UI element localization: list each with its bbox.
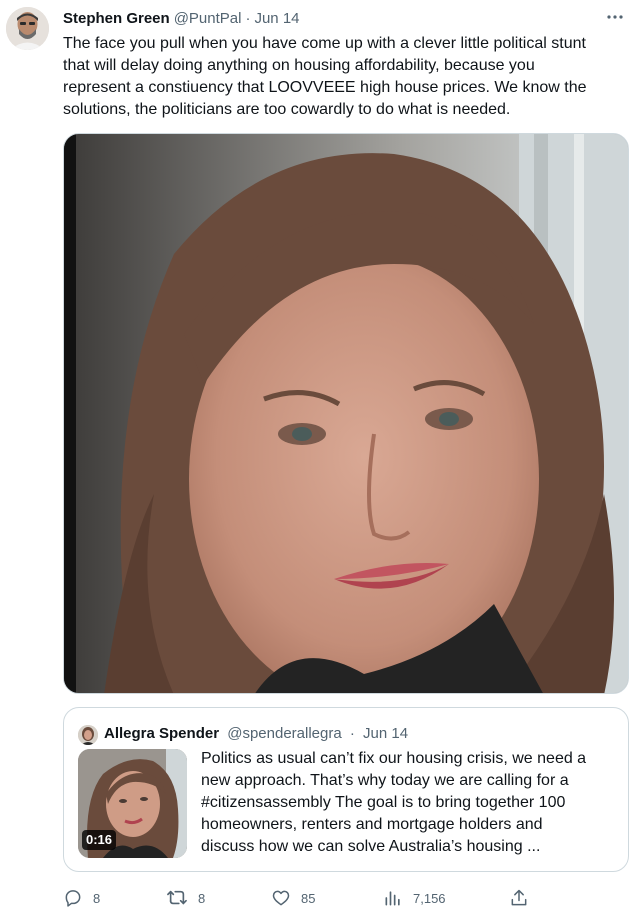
quoted-tweet-text: Politics as usual can’t fix our housing … <box>201 748 621 858</box>
share-icon <box>511 889 527 906</box>
tweet-header: Stephen Green @PuntPal · Jun 14 <box>63 9 622 29</box>
retweet-button[interactable]: 8 <box>166 883 205 913</box>
quoted-text-line: Politics as usual can’t fix our housing … <box>201 750 587 767</box>
tweet: Stephen Green @PuntPal · Jun 14 The face… <box>0 0 638 918</box>
view-count: 7,156 <box>413 890 446 906</box>
tweet-video[interactable] <box>63 133 629 694</box>
tweet-text-line: that will delay doing anything on housin… <box>63 57 535 74</box>
quoted-author-display-name[interactable]: Allegra Spender <box>104 725 219 742</box>
quoted-tweet-header: Allegra Spender @spenderallegra · Jun 14 <box>104 724 408 744</box>
share-button[interactable] <box>509 883 529 913</box>
tweet-date[interactable]: Jun 14 <box>254 9 299 29</box>
quoted-text-line: homeowners, renters and mortgage holders… <box>201 816 543 833</box>
tweet-text-line: The face you pull when you have come up … <box>63 35 586 52</box>
author-avatar[interactable] <box>6 7 49 50</box>
reply-icon <box>65 890 81 907</box>
author-handle[interactable]: @PuntPal <box>174 9 242 29</box>
views-button[interactable]: 7,156 <box>383 883 446 913</box>
reply-count: 8 <box>93 890 101 906</box>
views-icon <box>385 891 400 906</box>
like-button[interactable]: 85 <box>271 883 315 913</box>
quoted-tweet[interactable]: Allegra Spender @spenderallegra · Jun 14… <box>63 707 629 872</box>
quoted-author-handle[interactable]: @spenderallegra <box>227 725 341 742</box>
retweet-icon <box>167 890 187 905</box>
like-count: 85 <box>301 890 316 906</box>
more-options-button[interactable] <box>602 4 628 30</box>
tweet-text: The face you pull when you have come up … <box>63 33 628 121</box>
tweet-text-line: solutions, the politicians are too cowar… <box>63 101 511 118</box>
quoted-video-thumbnail[interactable]: 0:16 <box>78 749 187 858</box>
tweet-text-line: represent a constiuency that LOOVVEEE hi… <box>63 79 587 96</box>
like-icon <box>272 890 290 906</box>
tweet-actions-bar: 8 8 85 7,156 <box>63 883 533 913</box>
retweet-count: 8 <box>198 890 206 906</box>
more-horizontal-icon <box>607 15 623 19</box>
quoted-text-line: discuss how we can solve Australia’s hou… <box>201 838 541 855</box>
quoted-text-line: #citizensassembly The goal is to bring t… <box>201 794 566 811</box>
header-separator: · <box>245 10 251 27</box>
quoted-tweet-date[interactable]: Jun 14 <box>363 725 408 742</box>
quoted-header-separator: · <box>349 725 355 742</box>
quoted-text-line: new approach. That’s why today we are ca… <box>201 772 569 789</box>
reply-button[interactable]: 8 <box>63 883 100 913</box>
video-duration-badge: 0:16 <box>82 830 117 850</box>
quoted-author-avatar[interactable] <box>78 725 98 745</box>
author-display-name[interactable]: Stephen Green <box>63 9 170 29</box>
